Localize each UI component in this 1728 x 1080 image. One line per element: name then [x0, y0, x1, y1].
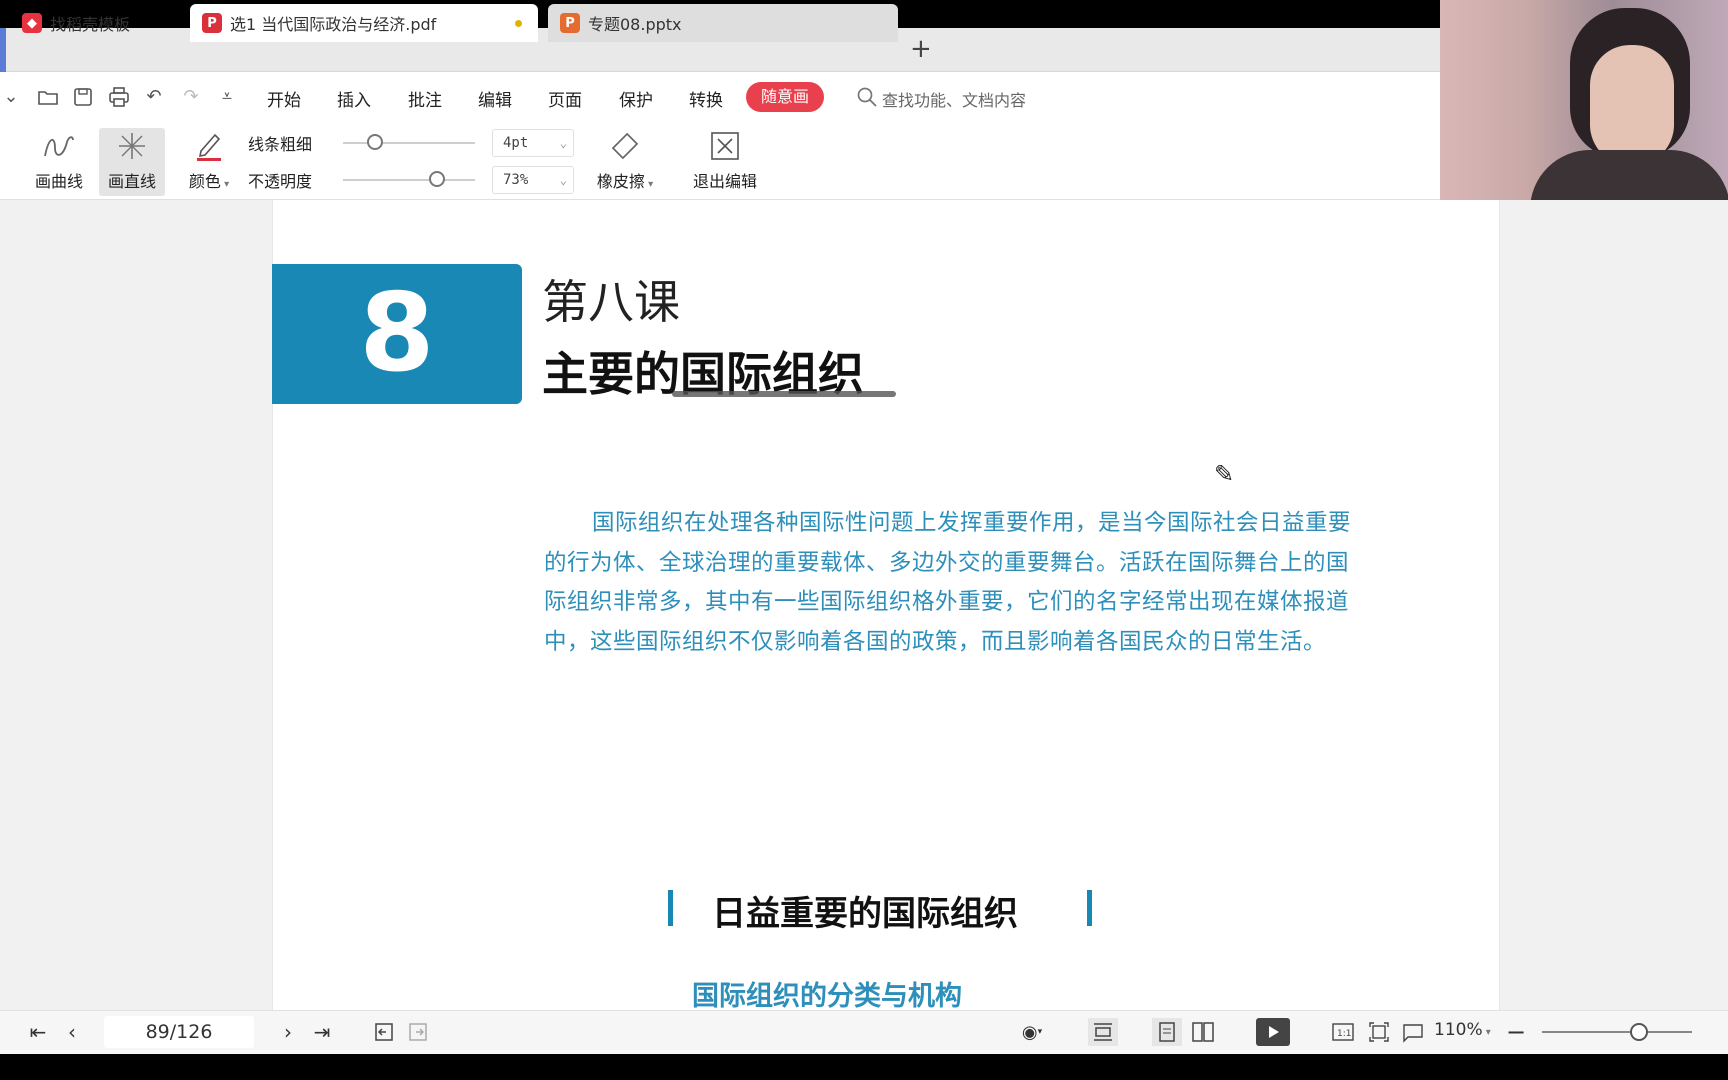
subsection-title: 国际组织的分类与机构	[692, 981, 962, 1012]
two-page-icon[interactable]	[1188, 1018, 1218, 1046]
menu-insert[interactable]: 插入	[337, 86, 371, 111]
tool-label: 画直线	[107, 172, 156, 191]
search-icon[interactable]	[856, 86, 878, 108]
zoom-level: 110%	[1434, 1020, 1483, 1040]
tool-label: 退出编辑	[692, 172, 757, 191]
search-input[interactable]: 查找功能、文档内容	[882, 87, 1026, 111]
zoom-slider-knob[interactable]	[1630, 1023, 1648, 1041]
fit-page-icon[interactable]	[1366, 1018, 1392, 1046]
eraser-button[interactable]: 橡皮擦 ▾	[592, 128, 658, 196]
unsaved-dot	[515, 20, 522, 27]
eye-protection-icon[interactable]: ◉ ▾	[1012, 1018, 1052, 1046]
opacity-label: 不透明度	[248, 172, 313, 191]
actual-size-icon[interactable]: 1:1	[1330, 1018, 1356, 1046]
forward-icon[interactable]	[406, 1018, 430, 1046]
open-folder-icon[interactable]	[37, 86, 59, 108]
exit-edit-button[interactable]: 退出编辑	[683, 128, 767, 196]
line-width-slider[interactable]	[343, 142, 475, 144]
menu-free-draw[interactable]: 随意画	[746, 82, 824, 112]
intro-paragraph: 国际组织在处理各种国际性问题上发挥重要作用，是当今国际社会日益重要的行为体、全球…	[544, 510, 1352, 655]
back-icon[interactable]	[372, 1018, 396, 1046]
menu-convert[interactable]: 转换	[689, 86, 723, 111]
lesson-number: 第八课	[542, 275, 680, 329]
docer-icon: ◆	[22, 13, 42, 33]
svg-text:1:1: 1:1	[1337, 1029, 1351, 1039]
new-tab-icon[interactable]: +	[910, 34, 932, 64]
tab-pptx-document[interactable]: P 专题08.pptx	[548, 4, 898, 42]
section-bar-right	[1087, 890, 1092, 926]
line-width-knob[interactable]	[367, 134, 383, 150]
previous-page-icon[interactable]: ‹	[60, 1018, 84, 1046]
opacity-knob[interactable]	[429, 171, 445, 187]
fit-width-icon[interactable]	[1088, 1018, 1118, 1046]
first-page-icon[interactable]: ⇤	[26, 1018, 50, 1046]
menu-page[interactable]: 页面	[548, 86, 582, 111]
tab-label: 找稻壳模板	[50, 15, 131, 34]
more-dropdown-icon[interactable]: ⩡	[216, 86, 238, 108]
tab-label: 选1 当代国际政治与经济.pdf	[230, 15, 437, 34]
chevron-down-icon[interactable]: ⌄	[0, 86, 22, 108]
line-width-label: 线条粗细	[248, 135, 313, 154]
zoom-out-icon[interactable]: −	[1506, 1018, 1526, 1046]
tool-label: 画曲线	[34, 172, 83, 191]
color-button[interactable]: 颜色 ▾	[176, 128, 242, 196]
play-slideshow-icon[interactable]	[1256, 1018, 1290, 1046]
handdrawn-underline	[672, 391, 896, 397]
page-number-field[interactable]: 89/126	[104, 1016, 254, 1048]
single-page-icon[interactable]	[1152, 1018, 1182, 1046]
zoom-slider[interactable]	[1542, 1031, 1692, 1033]
webcam-overlay	[1440, 0, 1728, 215]
eraser-icon	[592, 128, 658, 164]
pptx-icon: P	[560, 13, 580, 33]
person-face	[1590, 45, 1674, 165]
tool-label: 颜色	[188, 172, 221, 191]
opacity-value: 73%	[503, 172, 529, 188]
opacity-field[interactable]: 73% ⌄	[492, 166, 574, 194]
line-icon	[99, 128, 165, 164]
pencil-cursor-icon: ✎	[1214, 460, 1235, 488]
zoom-level-dropdown[interactable]: 110% ▾	[1434, 1020, 1491, 1040]
chapter-number-block: 8	[272, 264, 522, 404]
section-bar-left	[668, 890, 673, 926]
line-width-field[interactable]: 4pt ⌄	[492, 129, 574, 157]
close-box-icon	[683, 128, 767, 164]
tab-pdf-document[interactable]: P 选1 当代国际政治与经济.pdf	[190, 4, 538, 42]
save-icon[interactable]	[72, 86, 94, 108]
menu-comment[interactable]: 批注	[408, 86, 442, 111]
section-title: 日益重要的国际组织	[712, 894, 1018, 934]
chevron-down-icon[interactable]: ⌄	[560, 130, 567, 156]
pdf-icon: P	[202, 13, 222, 33]
tab-label: 专题08.pptx	[588, 15, 682, 34]
redo-icon[interactable]: ↷	[180, 86, 202, 108]
bottom-black-bar	[0, 1054, 1728, 1080]
draw-line-button[interactable]: 画直线	[99, 128, 165, 196]
tab-docer-templates[interactable]: ◆ 找稻壳模板	[10, 4, 185, 42]
tool-label: 橡皮擦	[596, 172, 645, 191]
menu-start[interactable]: 开始	[267, 86, 301, 111]
chevron-down-icon[interactable]: ⌄	[560, 167, 567, 193]
menu-edit[interactable]: 编辑	[478, 86, 512, 111]
menu-protect[interactable]: 保护	[619, 86, 653, 111]
reading-mode-icon[interactable]	[1400, 1018, 1426, 1046]
undo-icon[interactable]: ↶	[143, 86, 165, 108]
next-page-icon[interactable]: ›	[276, 1018, 300, 1046]
curve-icon	[26, 128, 92, 164]
line-width-value: 4pt	[503, 135, 529, 151]
last-page-icon[interactable]: ⇥	[310, 1018, 334, 1046]
window-accent	[0, 28, 6, 72]
opacity-slider[interactable]	[343, 179, 475, 181]
pen-color-icon	[176, 128, 242, 164]
print-icon[interactable]	[108, 86, 130, 108]
draw-curve-button[interactable]: 画曲线	[26, 128, 92, 196]
